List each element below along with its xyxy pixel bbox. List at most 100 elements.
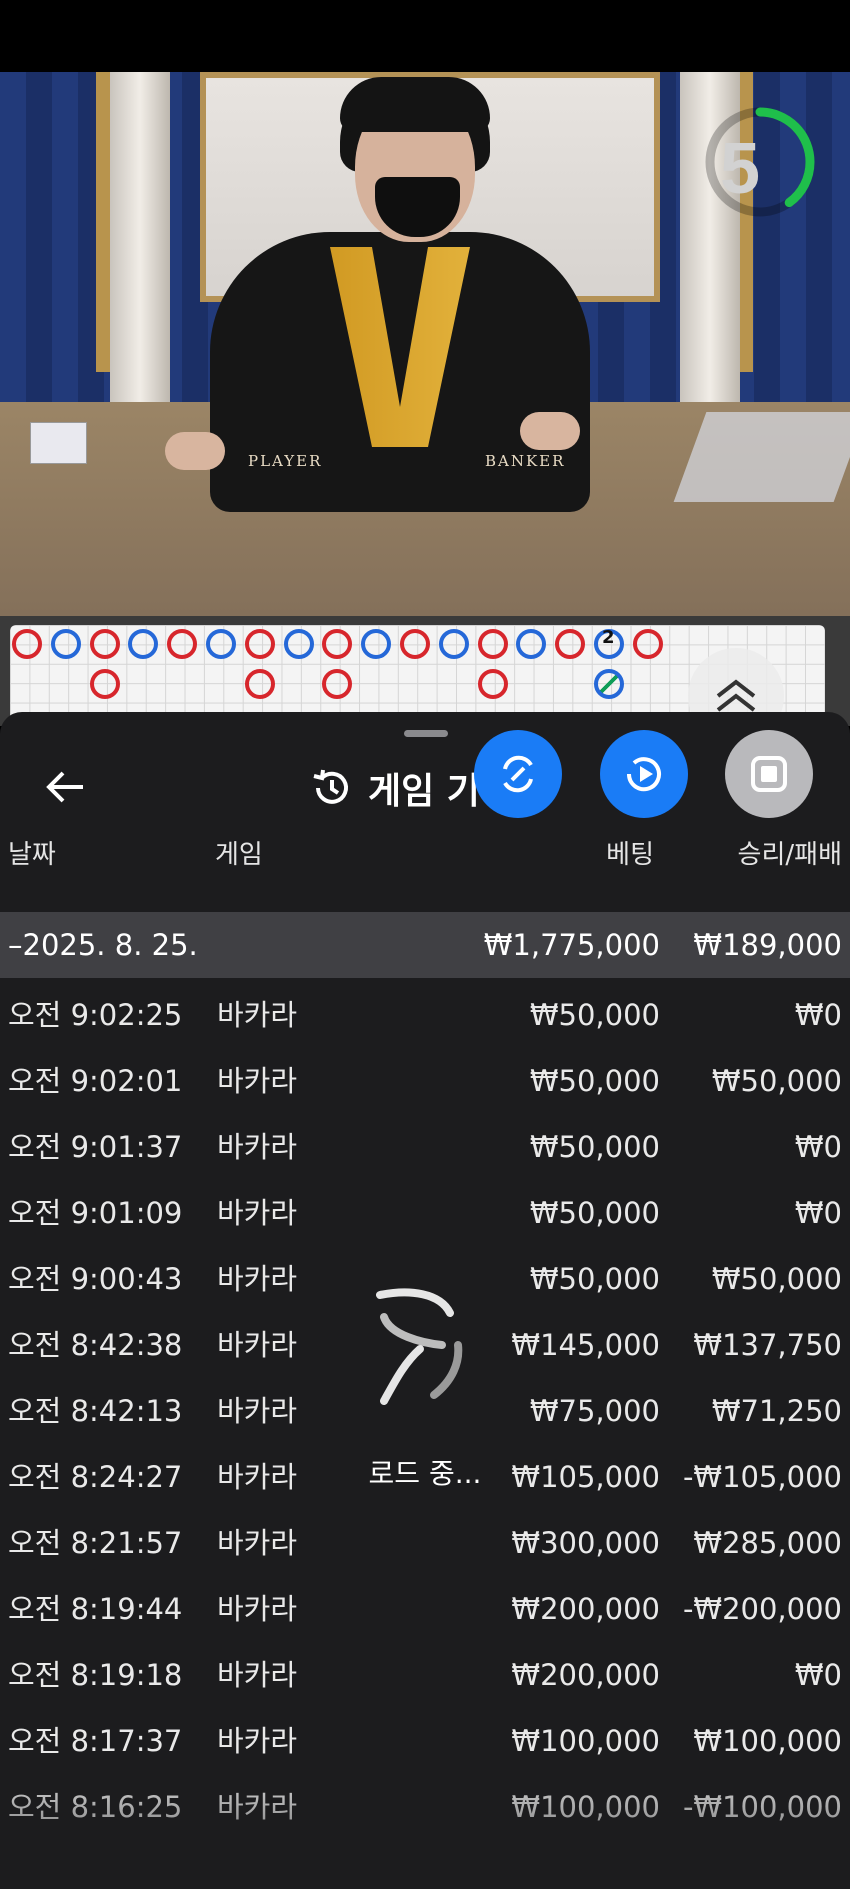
tie-bead bbox=[594, 669, 624, 699]
player-bead bbox=[516, 629, 547, 659]
player-bead bbox=[283, 629, 314, 659]
history-row[interactable]: 오전 9:02:01 바카라 ₩50,000 ₩50,000 bbox=[0, 1048, 850, 1114]
banker-area-label: BANKER bbox=[485, 452, 566, 470]
history-row[interactable]: 오전 9:02:25 바카라 ₩50,000 ₩0 bbox=[0, 982, 850, 1048]
row-time: 오전 8:16:25 bbox=[8, 1790, 183, 1824]
history-row[interactable]: 오전 8:16:25 바카라 ₩100,000 -₩100,000 bbox=[0, 1774, 850, 1840]
row-game: 바카라 bbox=[217, 1460, 298, 1494]
row-bet: ₩100,000 bbox=[511, 1790, 660, 1824]
dealer-hand bbox=[165, 432, 225, 470]
summary-bet: ₩1,775,000 bbox=[483, 928, 660, 962]
sheet-grabber[interactable] bbox=[404, 730, 448, 737]
row-game: 바카라 bbox=[217, 1724, 298, 1758]
banker-bead bbox=[555, 629, 586, 659]
row-bet: ₩105,000 bbox=[511, 1460, 660, 1494]
player-area-label: PLAYER bbox=[248, 452, 323, 470]
banker-bead bbox=[89, 629, 120, 659]
row-game: 바카라 bbox=[217, 1196, 298, 1230]
history-row[interactable]: 오전 8:21:57 바카라 ₩300,000 ₩285,000 bbox=[0, 1510, 850, 1576]
row-bet: ₩50,000 bbox=[529, 1130, 660, 1164]
row-bet: ₩50,000 bbox=[529, 1262, 660, 1296]
player-bead bbox=[50, 629, 81, 659]
row-time: 오전 8:17:37 bbox=[8, 1724, 183, 1758]
row-time: 오전 8:42:38 bbox=[8, 1328, 183, 1362]
banker-bead bbox=[244, 629, 275, 659]
row-bet: ₩200,000 bbox=[511, 1658, 660, 1692]
row-bet: ₩145,000 bbox=[511, 1328, 660, 1362]
row-time: 오전 9:01:09 bbox=[8, 1196, 183, 1230]
banker-bead bbox=[477, 669, 508, 699]
banker-bead bbox=[322, 669, 353, 699]
row-time: 오전 9:01:37 bbox=[8, 1130, 183, 1164]
row-bet: ₩50,000 bbox=[529, 998, 660, 1032]
row-game: 바카라 bbox=[217, 1328, 298, 1362]
row-winloss: -₩100,000 bbox=[682, 1790, 842, 1824]
row-winloss: ₩0 bbox=[794, 1130, 842, 1164]
row-game: 바카라 bbox=[217, 1790, 298, 1824]
row-winloss: ₩0 bbox=[794, 1658, 842, 1692]
summary-date: –2025. 8. 25. bbox=[8, 928, 198, 962]
row-game: 바카라 bbox=[217, 1526, 298, 1560]
player-bead bbox=[361, 629, 392, 659]
row-winloss: -₩105,000 bbox=[682, 1460, 842, 1494]
history-icon bbox=[313, 769, 348, 804]
date-summary-row[interactable]: –2025. 8. 25. ₩1,775,000 ₩189,000 bbox=[0, 912, 850, 978]
banker-bead bbox=[89, 669, 120, 699]
history-row[interactable]: 오전 9:01:37 바카라 ₩50,000 ₩0 bbox=[0, 1114, 850, 1180]
banker-bead bbox=[632, 629, 663, 659]
stop-icon bbox=[751, 756, 787, 792]
summary-winloss: ₩189,000 bbox=[693, 928, 842, 962]
row-winloss: ₩100,000 bbox=[693, 1724, 842, 1758]
row-time: 오전 9:00:43 bbox=[8, 1262, 183, 1296]
arrow-left-icon bbox=[46, 771, 83, 803]
row-bet: ₩200,000 bbox=[511, 1592, 660, 1626]
row-game: 바카라 bbox=[217, 1394, 298, 1428]
replay-button[interactable] bbox=[600, 730, 688, 818]
card-deck bbox=[30, 422, 87, 464]
player-bead bbox=[206, 629, 236, 659]
status-bar bbox=[0, 0, 850, 72]
history-row[interactable]: 오전 8:17:37 바카라 ₩100,000 ₩100,000 bbox=[0, 1708, 850, 1774]
row-game: 바카라 bbox=[217, 1592, 298, 1626]
banker-bead bbox=[400, 629, 430, 659]
back-button[interactable] bbox=[38, 760, 92, 814]
row-winloss: ₩50,000 bbox=[711, 1262, 842, 1296]
row-time: 오전 8:19:18 bbox=[8, 1658, 183, 1692]
row-bet: ₩75,000 bbox=[529, 1394, 660, 1428]
row-winloss: ₩285,000 bbox=[693, 1526, 842, 1560]
countdown-timer-value: 5 bbox=[719, 129, 761, 209]
history-row[interactable]: 오전 8:19:44 바카라 ₩200,000 -₩200,000 bbox=[0, 1576, 850, 1642]
banker-bead bbox=[12, 629, 42, 659]
row-game: 바카라 bbox=[217, 998, 298, 1032]
row-winloss: ₩71,250 bbox=[711, 1394, 842, 1428]
row-time: 오전 9:02:01 bbox=[8, 1064, 183, 1098]
loading-text: 로드 중... bbox=[368, 1457, 482, 1490]
stop-button[interactable] bbox=[725, 730, 813, 818]
row-bet: ₩300,000 bbox=[511, 1526, 660, 1560]
row-winloss: ₩137,750 bbox=[693, 1328, 842, 1362]
row-winloss: ₩50,000 bbox=[711, 1064, 842, 1098]
banker-bead bbox=[244, 669, 275, 699]
banker-bead bbox=[477, 629, 508, 659]
live-dealer-video: PLAYER BANKER 5 bbox=[0, 72, 850, 616]
row-time: 오전 9:02:25 bbox=[8, 998, 183, 1032]
chevron-double-up-icon bbox=[716, 679, 756, 712]
history-row[interactable]: 오전 8:19:18 바카라 ₩200,000 ₩0 bbox=[0, 1642, 850, 1708]
dealer-hand bbox=[520, 412, 580, 450]
player-bead bbox=[438, 629, 469, 659]
banker-bead bbox=[167, 629, 198, 659]
row-game: 바카라 bbox=[217, 1064, 298, 1098]
switch-table-button[interactable] bbox=[474, 730, 562, 818]
tie-count: 2 bbox=[602, 627, 615, 648]
row-game: 바카라 bbox=[217, 1658, 298, 1692]
dealer-hair bbox=[340, 77, 490, 132]
loading-spinner-icon bbox=[376, 1288, 463, 1405]
play-circle-icon bbox=[626, 757, 661, 792]
row-winloss: ₩0 bbox=[794, 1196, 842, 1230]
row-winloss: -₩200,000 bbox=[682, 1592, 842, 1626]
refresh-swap-icon bbox=[503, 755, 533, 793]
column-header-date: 날짜 bbox=[8, 840, 56, 870]
dealer-body bbox=[210, 232, 590, 512]
column-header-game: 게임 bbox=[215, 840, 263, 870]
history-row[interactable]: 오전 9:01:09 바카라 ₩50,000 ₩0 bbox=[0, 1180, 850, 1246]
